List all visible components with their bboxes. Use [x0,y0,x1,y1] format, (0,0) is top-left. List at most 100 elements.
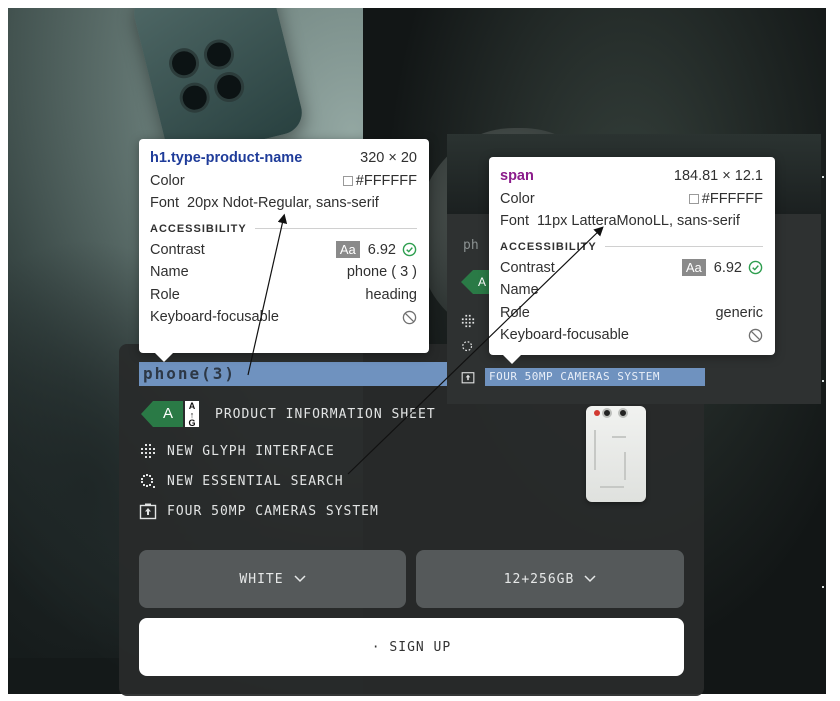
glyph-grid-icon [461,314,475,328]
focusable-label: Keyboard-focusable [500,327,629,344]
color-swatch-icon [688,193,699,204]
not-focusable-icon [402,310,417,325]
feature-label: NEW ESSENTIAL SEARCH [167,473,344,489]
name-row: Name phone ( 3 ) [150,261,417,284]
color-label: Color [150,172,185,189]
feature-label: NEW GLYPH INTERFACE [167,443,335,459]
camera-lens [165,45,203,82]
tooltip-pointer [155,353,173,362]
mini-product-title: ph [463,238,479,253]
storage-select[interactable]: 12+256GB [416,550,684,608]
check-circle-icon [748,260,763,275]
element-selector: h1.type-product-name [150,150,302,166]
element-selector: span [500,168,534,184]
divider [604,246,763,247]
color-select[interactable]: WHITE [139,550,406,608]
highlighted-span-text: FOUR 50MP CAMERAS SYSTEM [489,370,660,383]
role-row: Role generic [500,302,763,325]
font-row: Font 20px Ndot-Regular, sans-serif [150,192,417,215]
focusable-label: Keyboard-focusable [150,309,279,326]
font-label: Font [500,213,530,230]
product-glyph-strip [612,436,626,438]
role-value: generic [715,304,763,321]
font-value: 20px Ndot-Regular, sans-serif [187,195,379,212]
role-row: Role heading [150,284,417,307]
tooltip-header: h1.type-product-name 320 × 20 [150,147,417,170]
info-sheet-label: PRODUCT INFORMATION SHEET [215,406,436,422]
role-label: Role [150,286,180,303]
section-title: ACCESSIBILITY [150,222,247,235]
check-circle-icon [402,242,417,257]
energy-arrow-icon [461,270,473,294]
name-label: Name [150,264,189,281]
feature-item: NEW ESSENTIAL SEARCH [139,472,344,490]
tooltip-header: span 184.81 × 12.1 [500,165,763,188]
chevron-down-icon [584,575,596,583]
contrast-badge: Aa [335,241,360,259]
name-value: phone ( 3 ) [346,264,417,281]
product-image[interactable] [586,406,646,502]
energy-label-badge: A A ↑ G [141,401,199,428]
edge-marker [822,176,824,178]
edge-marker [822,380,824,382]
chevron-down-icon [294,575,306,583]
color-swatch-icon [342,175,353,186]
selector-class: .type-product-name [166,150,303,167]
contrast-label: Contrast [500,259,555,276]
product-name-heading: phone(3) [139,362,459,386]
feature-item: FOUR 50MP CAMERAS SYSTEM [139,502,379,520]
contrast-row: Contrast Aa 6.92 [500,257,763,280]
product-glyph-strip [594,430,596,470]
edge-marker [822,586,824,588]
contrast-badge: Aa [681,259,706,277]
divider [254,228,417,229]
focusable-row: Keyboard-focusable [150,306,417,329]
contrast-label: Contrast [150,241,205,258]
feature-label: FOUR 50MP CAMERAS SYSTEM [167,503,379,519]
camera-lens [210,68,248,106]
selector-tag: h1 [150,150,167,167]
storage-select-value: 12+256GB [503,571,575,587]
sign-up-button[interactable]: · SIGN UP [139,618,684,676]
camera-lens [176,79,213,116]
color-value: #FFFFFF [701,190,763,207]
color-value-wrap: #FFFFFF [342,172,417,189]
name-label: Name [500,282,539,299]
glyph-grid-icon [139,442,157,460]
color-row: Color #FFFFFF [150,170,417,193]
contrast-value: 6.92 [367,241,396,258]
energy-class-letter: A [153,401,183,427]
inspect-tooltip-span: span 184.81 × 12.1 Color #FFFFFF Font 11… [489,157,775,364]
energy-scale-icon: A ↑ G [185,401,199,428]
product-camera [618,408,628,418]
product-camera [602,408,612,418]
section-title: ACCESSIBILITY [500,240,597,253]
element-dimensions: 184.81 × 12.1 [673,168,763,185]
name-row: Name [500,279,763,302]
screenshot-canvas: phone(3) A A ↑ G PRODUCT INFORMATION SHEET [0,0,840,701]
selector-tag: span [500,168,534,185]
not-focusable-icon [748,328,763,343]
contrast-value-wrap: Aa 6.92 [681,259,763,277]
essential-search-icon [139,472,157,490]
accessibility-section: ACCESSIBILITY [150,219,417,239]
essential-search-icon [461,340,475,354]
color-select-value: WHITE [239,571,284,587]
contrast-value: 6.92 [713,259,742,276]
accessibility-section: ACCESSIBILITY [500,237,763,257]
color-value: #FFFFFF [355,172,417,189]
font-row: Font 11px LatteraMonoLL, sans-serif [500,210,763,233]
energy-arrow-icon [141,401,153,427]
font-label: Font [150,195,180,212]
sign-up-label: · SIGN UP [371,639,452,655]
contrast-row: Contrast Aa 6.92 [150,239,417,262]
product-information-sheet-link[interactable]: A A ↑ G PRODUCT INFORMATION SHEET [141,400,436,428]
color-row: Color #FFFFFF [500,188,763,211]
camera-upload-icon [139,502,157,520]
camera-lens [200,36,238,73]
element-dimensions: 320 × 20 [360,150,417,167]
camera-upload-icon [461,370,475,384]
contrast-value-wrap: Aa 6.92 [335,241,417,259]
product-led [594,410,600,416]
focusable-row: Keyboard-focusable [500,324,763,347]
